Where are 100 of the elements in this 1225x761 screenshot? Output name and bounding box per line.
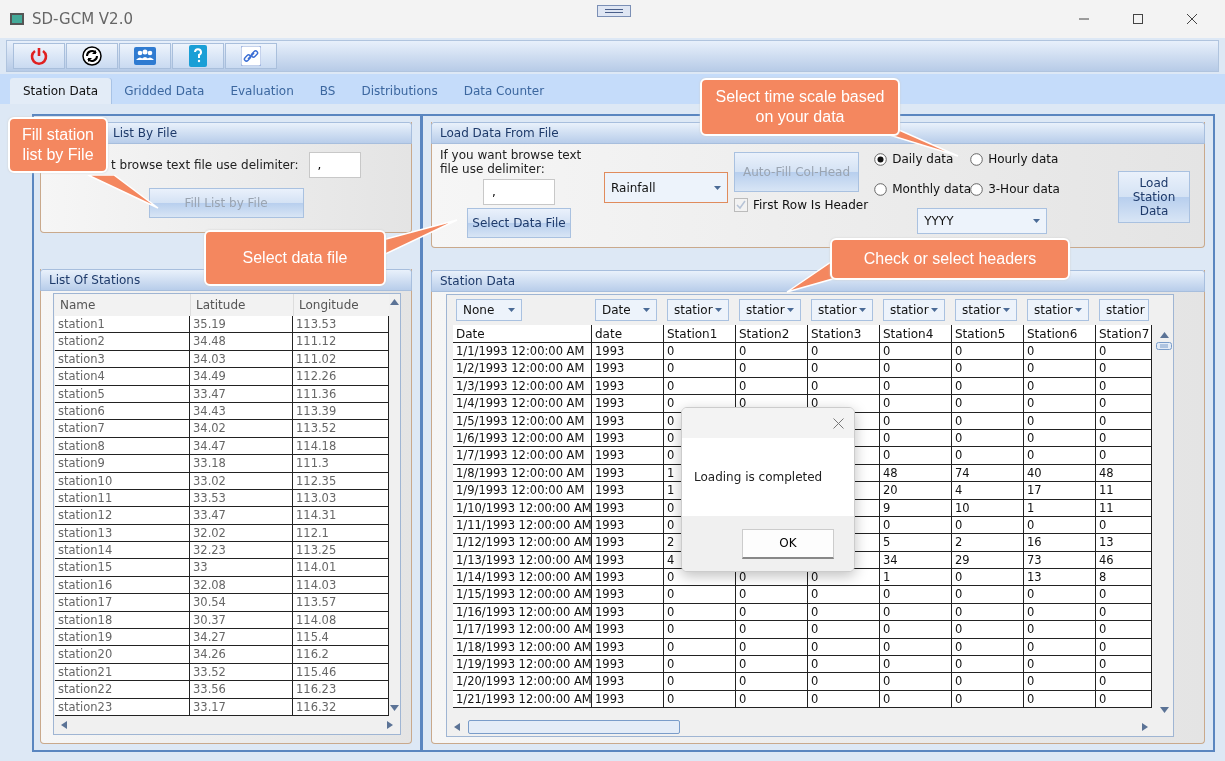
table-cell: 34.26: [190, 646, 293, 664]
scroll-right-icon[interactable]: [1140, 723, 1149, 731]
scroll-thumb[interactable]: [468, 720, 680, 734]
dropdown-caret-icon: [859, 308, 866, 312]
table-cell: 0: [1096, 656, 1152, 674]
table-cell: 0: [808, 343, 880, 361]
select-file-button[interactable]: Select Data File: [467, 208, 571, 238]
table-cell: station14: [55, 542, 190, 560]
column-type-dropdown[interactable]: statior: [883, 299, 945, 321]
column-type-dropdown[interactable]: Date: [595, 299, 657, 321]
close-icon[interactable]: [833, 417, 844, 429]
table-cell: 0: [1024, 343, 1096, 361]
table-cell: 0: [952, 447, 1024, 465]
table-cell: 34.49: [190, 368, 293, 386]
table-cell: 111.12: [293, 333, 389, 351]
column-header[interactable]: date: [592, 325, 664, 343]
scroll-left-icon[interactable]: [60, 721, 69, 729]
table-cell: 0: [664, 673, 736, 691]
scroll-down-icon[interactable]: [1159, 706, 1169, 714]
time-scale-radio[interactable]: Daily data: [874, 152, 971, 166]
callout: Fill station list by File: [8, 117, 108, 173]
column-type-dropdown[interactable]: statior: [667, 299, 729, 321]
table-cell: 112.26: [293, 368, 389, 386]
radio-icon[interactable]: [874, 152, 888, 166]
table-cell: 13: [1096, 534, 1152, 552]
load-station-data-button[interactable]: Load Station Data: [1118, 171, 1190, 223]
column-type-dropdown[interactable]: statior: [1027, 299, 1089, 321]
column-header[interactable]: Date: [453, 325, 592, 343]
column-type-dropdown[interactable]: statior: [1099, 299, 1149, 321]
tab[interactable]: Distributions: [348, 78, 451, 104]
tab[interactable]: Gridded Data: [111, 78, 218, 104]
table-cell: 30.54: [190, 594, 293, 612]
grip-icon[interactable]: [597, 5, 631, 17]
table-cell: 1993: [592, 447, 664, 465]
ok-button[interactable]: OK: [742, 528, 834, 559]
scroll-left-icon[interactable]: [453, 723, 462, 731]
table-cell: 0: [880, 586, 952, 604]
tab[interactable]: Evaluation: [217, 78, 307, 104]
column-type-dropdown[interactable]: statior: [955, 299, 1017, 321]
column-type-dropdown[interactable]: statior: [811, 299, 873, 321]
toolbar-button[interactable]: [66, 43, 118, 69]
table-cell: station22: [55, 681, 190, 699]
scroll-up-icon[interactable]: [1159, 331, 1169, 339]
radio-icon[interactable]: [970, 182, 984, 196]
table-cell: 0: [808, 656, 880, 674]
column-header[interactable]: Station1: [664, 325, 736, 343]
scroll-up-icon[interactable]: [390, 298, 399, 306]
tab[interactable]: Data Counter: [450, 78, 558, 104]
table-cell: 111.3: [293, 455, 389, 473]
column-header[interactable]: Station4: [880, 325, 952, 343]
tab[interactable]: BS: [306, 78, 349, 104]
panel-title: List Of Stations: [49, 273, 141, 287]
table-cell: 0: [808, 673, 880, 691]
table-cell: 0: [1024, 673, 1096, 691]
scroll-right-icon[interactable]: [385, 721, 394, 729]
tab[interactable]: Station Data: [10, 78, 112, 104]
time-scale-radio[interactable]: Monthly data: [874, 182, 971, 196]
table-cell: 1/19/1993 12:00:00 AM: [453, 656, 592, 674]
delimiter-field[interactable]: ,: [483, 179, 555, 205]
table-cell: 34.27: [190, 629, 293, 647]
column-header[interactable]: Station2: [736, 325, 808, 343]
scroll-thumb-icon[interactable]: [1156, 342, 1172, 350]
column-header[interactable]: Station6: [1024, 325, 1096, 343]
table-cell: 0: [880, 360, 952, 378]
table-cell: 0: [880, 343, 952, 361]
table-cell: 33.56: [190, 681, 293, 699]
date-format-dropdown[interactable]: YYYY: [917, 208, 1048, 234]
table-cell: station2: [55, 333, 190, 351]
table-cell: station9: [55, 455, 190, 473]
table-cell: 115.4: [293, 629, 389, 647]
column-header[interactable]: Station5: [952, 325, 1024, 343]
variable-dropdown[interactable]: Rainfall: [604, 172, 728, 203]
scroll-down-icon[interactable]: [390, 704, 399, 712]
table-cell: 0: [1024, 621, 1096, 639]
table-cell: 0: [736, 673, 808, 691]
time-scale-radio[interactable]: Hourly data: [970, 152, 1071, 166]
table-cell: 0: [1096, 621, 1152, 639]
table-cell: station4: [55, 368, 190, 386]
window-title: SD-GCM V2.0: [32, 10, 133, 28]
table-cell: 113.52: [293, 420, 389, 438]
table-cell: 1/15/1993 12:00:00 AM: [453, 586, 592, 604]
table-cell: 114.01: [293, 559, 389, 577]
radio-icon[interactable]: [970, 152, 984, 166]
time-scale-radio[interactable]: 3-Hour data: [970, 182, 1071, 196]
table-cell: 0: [1096, 673, 1152, 691]
table-cell: 0: [1096, 447, 1152, 465]
column-type-dropdown[interactable]: statior: [739, 299, 801, 321]
dropdown-caret-icon: [1033, 219, 1041, 223]
table-cell: station7: [55, 420, 190, 438]
column-header[interactable]: Station7: [1096, 325, 1152, 343]
table-cell: 0: [664, 656, 736, 674]
delimiter-field[interactable]: ,: [308, 152, 361, 178]
table-cell: 1993: [592, 482, 664, 500]
dropdown-caret-icon: [1003, 308, 1010, 312]
table-cell: 0: [1024, 447, 1096, 465]
radio-icon[interactable]: [874, 182, 888, 196]
table-cell: 1993: [592, 343, 664, 361]
panel-title: Load Data From File: [440, 126, 559, 140]
column-header[interactable]: Station3: [808, 325, 880, 343]
column-type-dropdown[interactable]: None: [456, 299, 522, 321]
